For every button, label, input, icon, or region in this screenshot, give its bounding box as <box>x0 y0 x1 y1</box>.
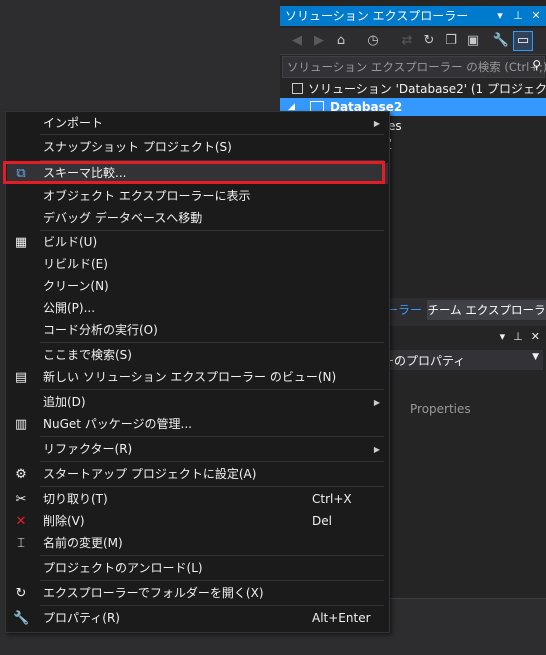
build-icon: ▦ <box>14 235 28 250</box>
submenu-arrow-icon: ▶ <box>373 398 380 407</box>
pin-icon[interactable]: ⊥ <box>512 6 524 26</box>
submenu-arrow-icon: ▶ <box>373 119 380 128</box>
pin-icon[interactable]: ⊥ <box>513 330 523 343</box>
forward-icon[interactable]: ▶ <box>310 32 328 50</box>
window-position-icon[interactable]: ▾ <box>500 330 506 343</box>
context-menu: インポート ▶ スナップショット プロジェクト(S) ⧉ スキーマ比較... オブジェクト… <box>5 111 390 633</box>
close-icon[interactable]: ✕ <box>530 6 542 26</box>
menu-separator <box>40 486 384 487</box>
window-position-icon[interactable]: ▾ <box>494 6 506 26</box>
tab-team-explorer[interactable]: チーム エクスプローラー <box>427 300 546 337</box>
close-icon[interactable]: ✕ <box>531 330 540 343</box>
solution-explorer-search-input[interactable]: ソリューション エクスプローラー の検索 (Ctrl+;) ⚲ <box>282 56 546 78</box>
menu-item-label: スナップショット プロジェクト(S) <box>43 140 232 154</box>
menu-item-label: 公開(P)... <box>43 301 96 315</box>
home-icon[interactable]: ⌂ <box>332 32 350 50</box>
menu-item-label: リビルド(E) <box>43 257 108 271</box>
show-all-files-icon[interactable]: ▣ <box>464 32 482 50</box>
menu-separator <box>40 134 384 135</box>
menu-item[interactable]: ▥ NuGet パッケージの管理... <box>7 414 388 435</box>
menu-separator <box>40 555 384 556</box>
solution-explorer-toolbar: ◀ ▶ ⌂ ◷ ⇄ ↻ ❐ ▣ 🔧 ▭ <box>280 28 546 55</box>
properties-object-label: ーのプロパティ <box>382 354 466 368</box>
gear-icon: ⚙ <box>15 467 27 482</box>
menu-item[interactable]: ↻ エクスプローラーでフォルダーを開く(X) <box>7 583 388 604</box>
menu-separator <box>40 580 384 581</box>
wrench-icon: 🔧 <box>13 611 30 626</box>
menu-item-shortcut: Del <box>312 514 332 528</box>
menu-item-label: 切り取り(T) <box>43 492 108 506</box>
menu-separator <box>40 461 384 462</box>
properties-header: Properties <box>410 402 471 416</box>
menu-item-label: クリーン(N) <box>43 279 109 293</box>
tree-item-solution[interactable]: ソリューション 'Database2' (1 プロジェクト) <box>292 80 546 98</box>
menu-item[interactable]: スナップショット プロジェクト(S) <box>7 137 388 158</box>
menu-item[interactable]: ▤ 新しい ソリューション エクスプローラー のビュー(N) <box>7 367 388 388</box>
menu-item[interactable]: プロジェクトのアンロード(L) <box>7 558 388 579</box>
solution-explorer-title: ソリューション エクスプローラー <box>285 9 469 23</box>
menu-item-label: 名前の変更(M) <box>43 536 123 550</box>
nuget-icon: ▥ <box>14 417 28 432</box>
menu-item-label: インポート <box>43 116 104 130</box>
delete-icon: ✕ <box>15 514 27 529</box>
submenu-arrow-icon: ▶ <box>373 445 380 454</box>
new-view-icon: ▤ <box>14 370 28 385</box>
menu-separator <box>40 230 384 231</box>
menu-item-label: プロジェクトのアンロード(L) <box>43 561 203 575</box>
menu-item[interactable]: ✂ 切り取り(T) Ctrl+X <box>7 489 388 510</box>
refresh-folder-icon: ↻ <box>15 586 27 601</box>
menu-item-label: 新しい ソリューション エクスプローラー のビュー(N) <box>43 370 337 384</box>
history-icon[interactable]: ◷ <box>364 32 382 50</box>
sync-icon[interactable]: ⇄ <box>398 32 416 50</box>
menu-item[interactable]: 公開(P)... <box>7 298 388 319</box>
menu-item[interactable]: ✕ 削除(V) Del <box>7 511 388 532</box>
menu-item-label: ここまで検索(S) <box>43 348 132 362</box>
wrench-icon[interactable]: 🔧 <box>492 32 510 50</box>
highlight-box <box>3 161 385 184</box>
solution-icon <box>292 83 303 94</box>
menu-item[interactable]: 追加(D) ▶ <box>7 392 388 413</box>
refresh-icon[interactable]: ↻ <box>420 32 438 50</box>
menu-item[interactable]: ▦ ビルド(U) <box>7 232 388 253</box>
back-icon[interactable]: ◀ <box>288 32 306 50</box>
menu-item-label: エクスプローラーでフォルダーを開く(X) <box>43 586 264 600</box>
menu-item[interactable]: リファクター(R) ▶ <box>7 439 388 460</box>
menu-separator <box>40 389 384 390</box>
menu-item-shortcut: Alt+Enter <box>312 611 371 625</box>
menu-item-label: コード分析の実行(O) <box>43 323 158 337</box>
menu-item[interactable]: 🔧 プロパティ(R) Alt+Enter <box>7 608 388 629</box>
search-placeholder: ソリューション エクスプローラー の検索 (Ctrl+;) <box>287 60 546 74</box>
menu-item[interactable]: オブジェクト エクスプローラーに表示 <box>7 186 388 207</box>
menu-separator <box>40 342 384 343</box>
menu-item-label: オブジェクト エクスプローラーに表示 <box>43 189 251 203</box>
menu-item-label: プロパティ(R) <box>43 611 120 625</box>
menu-item-label: NuGet パッケージの管理... <box>43 417 192 431</box>
search-icon[interactable]: ⚲ <box>532 58 541 72</box>
chevron-down-icon[interactable]: ▼ <box>532 352 539 362</box>
preview-icon[interactable]: ▭ <box>513 31 533 51</box>
solution-explorer-title-bar: ソリューション エクスプローラー ▾ ⊥ ✕ <box>280 6 546 26</box>
scissors-icon: ✂ <box>15 492 27 507</box>
menu-item[interactable]: クリーン(N) <box>7 276 388 297</box>
rename-icon: ⌶ <box>17 536 25 551</box>
collapse-all-icon[interactable]: ❐ <box>442 32 460 50</box>
menu-item[interactable]: リビルド(E) <box>7 254 388 275</box>
menu-item-label: スタートアップ プロジェクトに設定(A) <box>43 467 257 481</box>
menu-item-label: リファクター(R) <box>43 442 133 456</box>
menu-item-label: デバッグ データベースへ移動 <box>43 211 203 225</box>
menu-item-label: 追加(D) <box>43 395 86 409</box>
menu-item[interactable]: インポート ▶ <box>7 113 388 134</box>
menu-item[interactable]: ⚙ スタートアップ プロジェクトに設定(A) <box>7 464 388 485</box>
menu-item-label: 削除(V) <box>43 514 85 528</box>
menu-item[interactable]: コード分析の実行(O) <box>7 320 388 341</box>
menu-separator <box>40 436 384 437</box>
menu-item[interactable]: ⌶ 名前の変更(M) <box>7 533 388 554</box>
menu-item[interactable]: ここまで検索(S) <box>7 345 388 366</box>
menu-item-label: ビルド(U) <box>43 235 98 249</box>
tree-item-solution-label: ソリューション 'Database2' (1 プロジェクト) <box>308 82 546 96</box>
menu-item[interactable]: デバッグ データベースへ移動 <box>7 208 388 229</box>
menu-separator <box>40 605 384 606</box>
menu-item-shortcut: Ctrl+X <box>312 492 352 506</box>
